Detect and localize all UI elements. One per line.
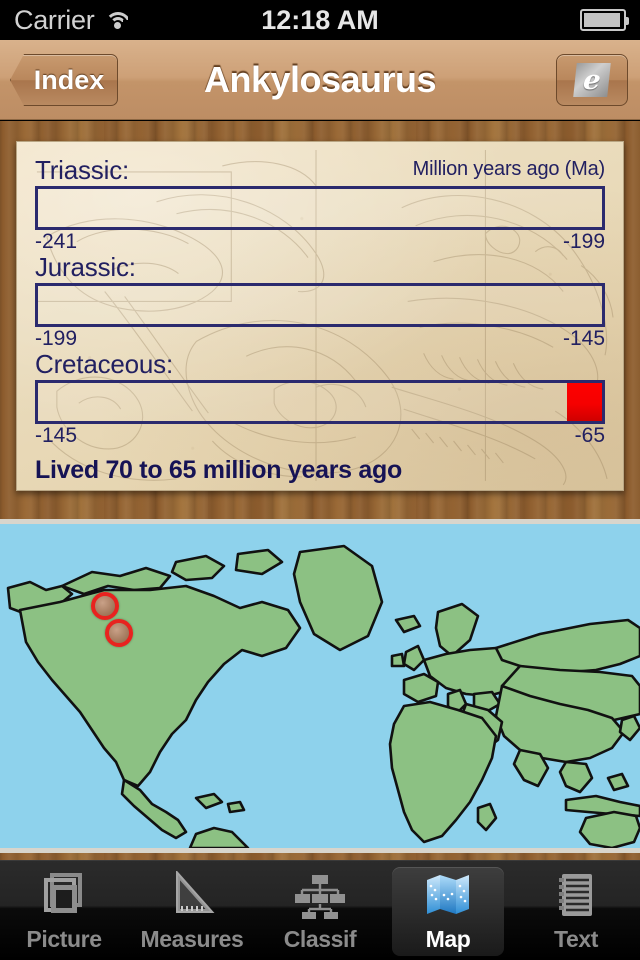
era-end-jurassic: -145 bbox=[562, 327, 605, 351]
clock-label: 12:18 AM bbox=[261, 4, 379, 35]
folded-map-icon bbox=[419, 868, 477, 922]
battery-icon bbox=[580, 9, 629, 31]
encyclopedia-button[interactable]: e bbox=[556, 54, 628, 106]
era-ticks-jurassic: -199 -145 bbox=[35, 328, 605, 350]
era-ticks-cretaceous: -145 -65 bbox=[35, 425, 605, 447]
fossil-site-marker-2[interactable] bbox=[104, 618, 134, 647]
timeline-unit-label: Million years ago (Ma) bbox=[412, 158, 606, 180]
encyclopedia-e-icon: e bbox=[573, 63, 611, 97]
tab-classif[interactable]: Classif bbox=[256, 861, 384, 960]
photos-stack-icon bbox=[35, 868, 93, 922]
world-map-svg bbox=[0, 524, 640, 848]
set-square-ruler-icon bbox=[163, 868, 221, 922]
navigation-bar: Ankylosaurus Index e bbox=[0, 40, 640, 120]
era-start-jurassic: -199 bbox=[35, 327, 78, 351]
tab-label-classif: Classif bbox=[283, 926, 357, 952]
hierarchy-tree-icon bbox=[291, 868, 349, 922]
tab-picture[interactable]: Picture bbox=[0, 861, 128, 960]
tab-label-measures: Measures bbox=[140, 926, 244, 952]
tab-label-map: Map bbox=[425, 926, 471, 952]
lived-range-highlight bbox=[566, 383, 602, 422]
timeline-content: Triassic: Million years ago (Ma) -241 -1… bbox=[17, 142, 623, 490]
lined-document-icon bbox=[547, 868, 605, 922]
era-ticks-triassic: -241 -199 bbox=[35, 231, 605, 253]
tab-text[interactable]: Text bbox=[512, 861, 640, 960]
tab-bar: Picture Measures Classif Map Text bbox=[0, 860, 640, 960]
tab-label-picture: Picture bbox=[26, 926, 102, 952]
era-row-triassic: Triassic: Million years ago (Ma) -241 -1… bbox=[35, 156, 605, 253]
era-bar-jurassic[interactable] bbox=[35, 283, 605, 328]
tab-measures[interactable]: Measures bbox=[128, 861, 256, 960]
status-bar: Carrier 12:18 AM bbox=[0, 0, 640, 40]
era-end-cretaceous: -65 bbox=[574, 424, 605, 448]
era-label-cretaceous: Cretaceous: bbox=[35, 349, 173, 380]
tab-map[interactable]: Map bbox=[384, 861, 512, 960]
era-start-cretaceous: -145 bbox=[35, 424, 78, 448]
era-bar-triassic[interactable] bbox=[35, 186, 605, 231]
geologic-timeline-card: Triassic: Million years ago (Ma) -241 -1… bbox=[16, 141, 624, 491]
era-bar-cretaceous[interactable] bbox=[35, 380, 605, 425]
world-map[interactable] bbox=[0, 519, 640, 853]
era-row-jurassic: Jurassic: -199 -145 bbox=[35, 253, 605, 350]
era-row-cretaceous: Cretaceous: -145 -65 bbox=[35, 350, 605, 447]
era-start-triassic: -241 bbox=[35, 230, 78, 254]
back-button-index[interactable]: Index bbox=[10, 54, 118, 106]
app-root: Carrier 12:18 AM Ankylosaurus Index e Tr… bbox=[0, 0, 640, 960]
era-label-jurassic: Jurassic: bbox=[35, 252, 136, 283]
tab-label-text: Text bbox=[554, 926, 598, 952]
era-end-triassic: -199 bbox=[562, 230, 605, 254]
lived-summary-text: Lived 70 to 65 million years ago bbox=[35, 456, 402, 485]
fossil-site-marker-1[interactable] bbox=[90, 591, 120, 621]
back-button-label: Index bbox=[33, 64, 105, 95]
